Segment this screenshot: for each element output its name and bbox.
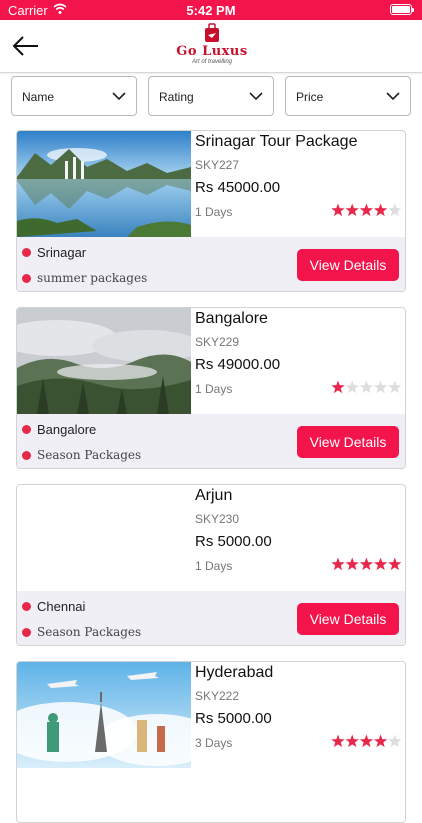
package-card[interactable]: Arjun SKY230 Rs 5000.00 1 Days Chennai S… [16,484,406,646]
star-icon [345,557,359,571]
logo-tagline: Art of travelling [191,59,233,65]
package-city: Chennai [37,599,86,614]
package-image [17,485,191,591]
chevron-down-icon [112,92,126,101]
package-code: SKY230 [195,512,240,526]
package-price: Rs 45000.00 [195,179,281,196]
filter-label: Name [22,90,55,104]
star-icon [388,557,402,571]
package-title: Bangalore [195,310,268,327]
rating-filter-dropdown[interactable]: Rating [148,76,274,116]
card-footer: Bangalore Season Packages View Details [17,414,405,468]
package-image [17,662,191,768]
category-dot-icon [22,628,31,637]
package-category: Season Packages [37,625,142,639]
star-icon [373,557,388,571]
star-icon [388,734,402,748]
star-rating [331,734,402,748]
name-filter-dropdown[interactable]: Name [11,76,137,116]
star-icon [359,734,374,748]
package-duration: 1 Days [195,382,233,396]
header-bar: Go Luxus Art of travelling [0,20,422,73]
battery-icon [390,4,414,15]
view-details-button[interactable]: View Details [297,426,399,458]
package-city: Bangalore [37,422,97,437]
star-rating [331,203,402,217]
star-icon [388,380,402,394]
logo-name: Go Luxus [176,44,248,59]
star-icon [345,203,359,217]
card-footer: Chennai Season Packages View Details [17,591,405,645]
package-title: Hyderabad [195,664,274,681]
package-card[interactable]: Bangalore SKY229 Rs 49000.00 1 Days Bang… [16,307,406,469]
package-image [17,131,191,237]
filter-bar: Name Rating Price [0,76,422,118]
logo: Go Luxus Art of travelling [172,22,252,68]
package-city: Srinagar [37,245,87,260]
star-icon [331,734,345,748]
location-dot-icon [22,425,31,434]
category-dot-icon [22,451,31,460]
package-title: Srinagar Tour Package [195,133,358,150]
package-card[interactable]: Srinagar Tour Package SKY227 Rs 45000.00… [16,130,406,292]
package-code: SKY222 [195,689,240,703]
package-category: Season Packages [37,448,142,462]
star-icon [331,557,345,571]
package-price: Rs 49000.00 [195,356,281,373]
star-icon [345,734,359,748]
package-price: Rs 5000.00 [195,710,272,727]
chevron-down-icon [386,92,400,101]
star-rating [331,380,402,394]
package-title: Arjun [195,487,233,504]
card-footer: Srinagar summer packages View Details [17,237,405,291]
package-card[interactable]: Hyderabad SKY222 Rs 5000.00 3 Days [16,661,406,823]
star-icon [373,380,388,394]
package-duration: 1 Days [195,559,233,573]
star-icon [373,203,388,217]
star-icon [388,203,402,217]
status-bar: Carrier 5:42 PM [0,0,422,20]
category-dot-icon [22,274,31,283]
filter-label: Price [296,90,324,104]
chevron-down-icon [249,92,263,101]
view-details-button[interactable]: View Details [297,249,399,281]
package-code: SKY229 [195,335,240,349]
back-arrow-icon[interactable] [10,32,42,60]
package-duration: 1 Days [195,205,233,219]
star-icon [359,380,374,394]
package-category: summer packages [37,271,148,285]
star-icon [345,380,359,394]
suitcase-icon [205,23,219,42]
star-icon [331,203,345,217]
star-icon [359,557,374,571]
package-image [17,308,191,414]
package-code: SKY227 [195,158,240,172]
price-filter-dropdown[interactable]: Price [285,76,411,116]
view-details-button[interactable]: View Details [297,603,399,635]
star-icon [359,203,374,217]
location-dot-icon [22,248,31,257]
star-icon [331,380,345,394]
filter-label: Rating [159,90,194,104]
package-duration: 3 Days [195,736,233,750]
location-dot-icon [22,602,31,611]
star-icon [373,734,388,748]
package-price: Rs 5000.00 [195,533,272,550]
star-rating [331,557,402,571]
clock: 5:42 PM [186,3,236,18]
